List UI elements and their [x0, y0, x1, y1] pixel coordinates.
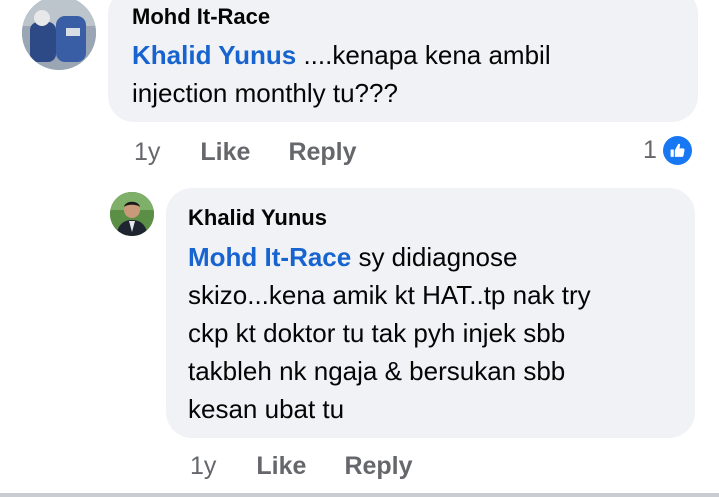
- comment-text-line: takbleh nk ngaja & bersukan sbb: [188, 356, 566, 386]
- comment-bubble-2: Khalid Yunus Mohd It-Race sy didiagnose …: [166, 188, 695, 438]
- divider: [0, 493, 719, 497]
- like-button[interactable]: Like: [200, 138, 250, 167]
- comment-text: Mohd It-Race sy didiagnose skizo...kena …: [188, 238, 673, 428]
- comment-text-line: skizo...kena amik kt HAT..tp nak try: [188, 280, 591, 310]
- avatar-mohd-it-race[interactable]: [22, 0, 96, 70]
- comment-author[interactable]: Mohd It-Race: [132, 4, 674, 30]
- comment-text-line: ....kenapa kena ambil: [296, 40, 551, 70]
- reply-button[interactable]: Reply: [344, 452, 412, 481]
- comment-bubble-1: Mohd It-Race Khalid Yunus ....kenapa ken…: [108, 0, 698, 122]
- like-button[interactable]: Like: [256, 452, 306, 481]
- reply-button[interactable]: Reply: [288, 138, 356, 167]
- thumbs-up-icon: [662, 136, 692, 165]
- reaction-summary[interactable]: 1: [643, 136, 692, 165]
- comment-text-line: sy didiagnose: [351, 242, 518, 272]
- mention-link[interactable]: Khalid Yunus: [132, 40, 296, 70]
- comment-time[interactable]: 1y: [190, 452, 216, 481]
- comment-time[interactable]: 1y: [134, 138, 160, 167]
- comment-actions-1: 1y Like Reply: [134, 138, 357, 167]
- comment-author[interactable]: Khalid Yunus: [188, 205, 673, 231]
- comment-text-line: kesan ubat tu: [188, 394, 345, 424]
- comment-actions-2: 1y Like Reply: [190, 452, 413, 481]
- mention-link[interactable]: Mohd It-Race: [188, 242, 351, 272]
- comment-text: Khalid Yunus ....kenapa kena ambil injec…: [132, 36, 674, 112]
- avatar-image: [22, 0, 96, 70]
- reaction-count: 1: [643, 136, 657, 164]
- avatar-image: [110, 192, 154, 236]
- avatar-khalid-yunus[interactable]: [110, 192, 154, 236]
- comment-text-line: injection monthly tu???: [132, 78, 398, 108]
- comment-text-line: ckp kt doktor tu tak pyh injek sbb: [188, 318, 566, 348]
